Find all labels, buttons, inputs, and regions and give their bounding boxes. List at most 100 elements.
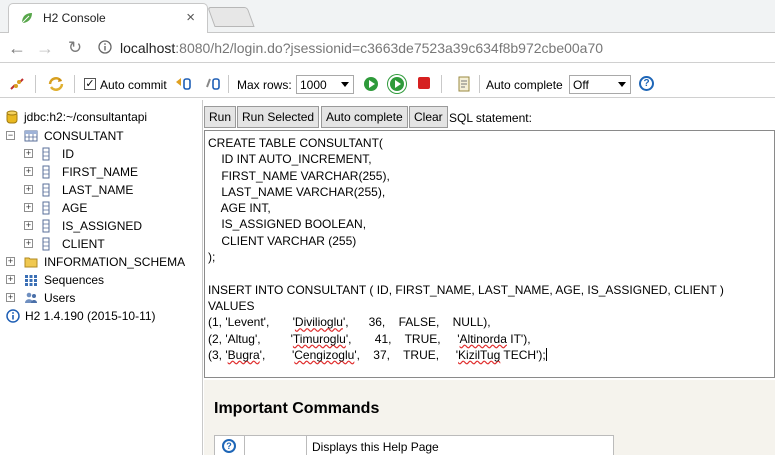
expand-icon[interactable]: + (6, 293, 15, 302)
reload-icon[interactable]: ↻ (64, 37, 86, 59)
help-icon[interactable]: ? (222, 439, 236, 453)
sql-editor-toolbar: Run Run Selected Auto complete Clear SQL… (204, 106, 775, 130)
tab-title: H2 Console (43, 11, 106, 25)
commit-icon[interactable] (204, 75, 222, 93)
url-host: localhost (120, 40, 176, 56)
expand-icon[interactable]: + (24, 203, 33, 212)
sql-line: (3, 'Bugra', 'Cengizoglu', 37, TRUE, 'Ki… (208, 347, 547, 362)
help-icon[interactable]: ? (639, 76, 654, 91)
run-selected-play-icon[interactable] (390, 77, 404, 91)
users-icon (25, 292, 37, 303)
sql-line: IS_ASSIGNED BOOLEAN, (208, 217, 367, 232)
column-icon (42, 201, 50, 215)
sequences-icon (25, 275, 37, 286)
commands-table: ? Displays this Help Page (214, 435, 614, 455)
toolbar-separator (228, 75, 229, 93)
sql-textarea[interactable]: CREATE TABLE CONSULTANT( ID INT AUTO_INC… (204, 130, 775, 378)
auto-commit-checkbox[interactable]: ✓ (84, 78, 96, 90)
column-icon (42, 237, 50, 251)
info-icon (6, 309, 20, 323)
column-icon (42, 219, 50, 233)
tree-column-label: LAST_NAME (62, 183, 134, 197)
expand-icon[interactable]: + (6, 257, 15, 266)
stop-icon[interactable] (418, 77, 430, 89)
important-commands-heading: Important Commands (214, 400, 380, 417)
address-bar[interactable]: localhost:8080/h2/login.do?jsessionid=c3… (96, 36, 775, 60)
tree-users-label: Users (44, 291, 76, 305)
chevron-down-icon (341, 82, 349, 87)
table-cell: ? (215, 436, 245, 455)
sql-line (208, 265, 771, 281)
expand-icon[interactable]: + (24, 149, 33, 158)
run-play-icon[interactable] (364, 77, 378, 91)
tree-column-label: IS_ASSIGNED (62, 219, 143, 233)
auto-commit-label: Auto commit (100, 78, 167, 92)
clear-button[interactable]: Clear (409, 106, 448, 128)
column-icon (42, 165, 50, 179)
rollback-icon[interactable] (174, 75, 192, 93)
auto-complete-button[interactable]: Auto complete (321, 106, 408, 128)
forward-arrow-icon[interactable]: → (34, 37, 56, 59)
auto-complete-select[interactable]: Off (569, 75, 631, 94)
sql-line: VALUES (208, 298, 255, 313)
max-rows-select[interactable]: 1000 (296, 75, 354, 94)
browser-tab-strip: H2 Console × (0, 0, 775, 33)
tree-column-label: CLIENT (62, 237, 105, 251)
tree-schema-label: INFORMATION_SCHEMA (44, 255, 186, 269)
sql-line: FIRST_NAME VARCHAR(255), (208, 168, 390, 183)
url-path: :8080/h2/login.do?jsessionid=c3663de7523… (175, 40, 604, 56)
close-tab-icon[interactable]: × (186, 9, 195, 26)
auto-complete-value: Off (573, 78, 589, 92)
max-rows-label: Max rows: (237, 78, 292, 92)
back-arrow-icon[interactable]: ← (6, 37, 28, 59)
sql-statement-label: SQL statement: (449, 111, 532, 125)
expand-icon[interactable]: + (24, 167, 33, 176)
h2-leaf-icon (21, 13, 32, 24)
sql-line: INSERT INTO CONSULTANT ( ID, FIRST_NAME,… (208, 282, 724, 297)
sql-line: CREATE TABLE CONSULTANT( (208, 136, 383, 150)
max-rows-value: 1000 (300, 78, 327, 92)
chevron-down-icon (618, 82, 626, 87)
help-command-description: Displays this Help Page (312, 440, 439, 454)
collapse-icon[interactable]: − (6, 131, 15, 140)
tree-column-label: FIRST_NAME (62, 165, 139, 179)
history-icon[interactable] (455, 75, 473, 93)
sql-line: ); (208, 250, 216, 265)
sql-line: (2, 'Altug', 'Timuroglu', 41, TRUE, 'Alt… (208, 331, 531, 346)
tree-column-label: ID (62, 147, 74, 161)
sql-line: LAST_NAME VARCHAR(255), (208, 184, 386, 199)
schema-tree: jdbc:h2:~/consultantapi − CONSULTANT + ID… (0, 100, 203, 455)
toolbar-separator (35, 75, 36, 93)
sql-line: ID INT AUTO_INCREMENT, (208, 152, 372, 167)
auto-complete-label: Auto complete (486, 78, 563, 92)
h2-toolbar: ✓ Auto commit Max rows: 1000 Auto comple… (0, 70, 775, 98)
column-icon (42, 183, 50, 197)
toolbar-separator (479, 75, 480, 93)
text-cursor (545, 347, 547, 361)
sql-line: AGE INT, (208, 201, 271, 216)
column-icon (42, 147, 50, 161)
table-cell (245, 436, 307, 455)
info-icon (98, 40, 112, 54)
expand-icon[interactable]: + (6, 275, 15, 284)
disconnect-icon[interactable] (8, 75, 26, 93)
database-icon (6, 110, 18, 124)
expand-icon[interactable]: + (24, 239, 33, 248)
result-panel: Important Commands ? Displays this Help … (204, 380, 775, 455)
tree-connection-label: jdbc:h2:~/consultantapi (24, 110, 148, 124)
new-tab-button[interactable] (207, 7, 255, 27)
expand-icon[interactable]: + (24, 185, 33, 194)
sql-line: CLIENT VARCHAR (255) (208, 233, 357, 248)
run-selected-button[interactable]: Run Selected (237, 106, 320, 128)
tree-version-label: H2 1.4.190 (2015-10-11) (25, 309, 156, 323)
tree-column-label: AGE (62, 201, 88, 215)
tree-table-label: CONSULTANT (44, 129, 124, 143)
refresh-icon[interactable] (47, 75, 65, 93)
toolbar-separator (74, 75, 75, 93)
browser-tab[interactable]: H2 Console × (8, 3, 208, 33)
run-button[interactable]: Run (204, 106, 237, 128)
tree-sequences-label: Sequences (44, 273, 105, 287)
expand-icon[interactable]: + (24, 221, 33, 230)
browser-navbar: ← → ↻ localhost:8080/h2/login.do?jsessio… (0, 33, 775, 63)
toolbar-separator (441, 75, 442, 93)
